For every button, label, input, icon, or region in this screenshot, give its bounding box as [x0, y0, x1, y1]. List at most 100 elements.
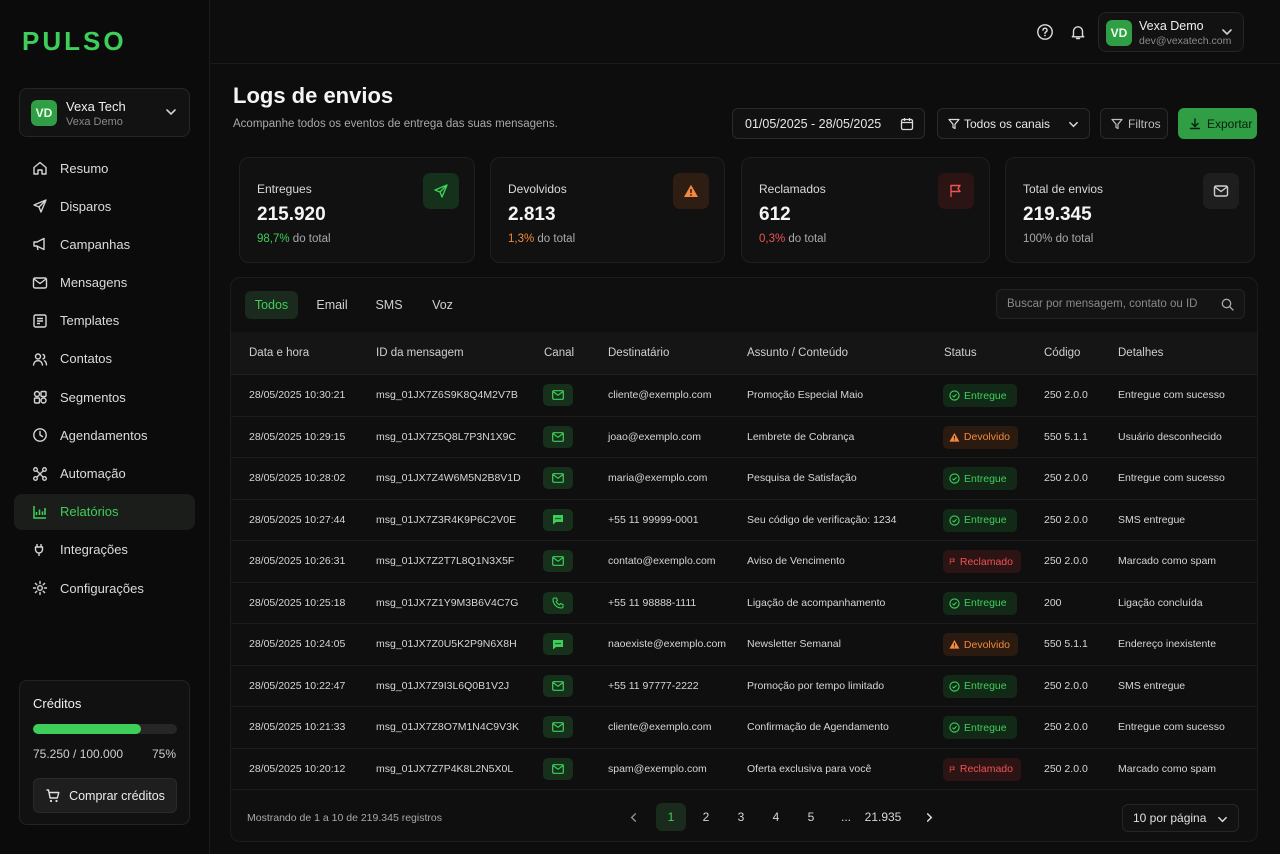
table-row[interactable]: 28/05/2025 10:21:33 msg_01JX7Z8O7M1N4C9V3… [231, 707, 1257, 749]
table-row[interactable]: 28/05/2025 10:24:05 msg_01JX7Z0U5K2P9N6X8… [231, 624, 1257, 666]
cell-details: SMS entregue [1118, 679, 1186, 692]
cell-date: 28/05/2025 10:29:15 [249, 430, 346, 443]
column-header[interactable]: Assunto / Conteúdo [747, 347, 848, 359]
date-range-value: 01/05/2025 - 28/05/2025 [745, 116, 882, 131]
tab-voz[interactable]: Voz [422, 291, 463, 319]
channel-select[interactable]: Todos os canais [937, 108, 1090, 139]
table-row[interactable]: 28/05/2025 10:28:02 msg_01JX7Z4W6M5N2B8V1… [231, 458, 1257, 500]
table-row[interactable]: 28/05/2025 10:29:15 msg_01JX7Z5Q8L7P3N1X9… [231, 417, 1257, 458]
phone-channel-icon [552, 596, 564, 609]
table-row[interactable]: 28/05/2025 10:20:12 msg_01JX7Z7P4K8L2N5X0… [231, 749, 1257, 790]
user-avatar: VD [1106, 20, 1132, 46]
help-icon[interactable] [1036, 23, 1054, 41]
column-header[interactable]: Detalhes [1118, 347, 1163, 359]
chevron-down-icon [166, 109, 176, 116]
page-button[interactable]: 4 [762, 803, 790, 831]
bell-icon[interactable] [1069, 23, 1087, 41]
sidebar-item-templates[interactable]: Templates [14, 303, 195, 339]
search-input[interactable]: Buscar por mensagem, contato ou ID [996, 289, 1245, 319]
tab-sms[interactable]: SMS [366, 291, 412, 319]
table-row[interactable]: 28/05/2025 10:25:18 msg_01JX7Z1Y9M3B6V4C7… [231, 583, 1257, 624]
search-icon [1221, 298, 1234, 311]
cell-recipient: contato@exemplo.com [608, 555, 716, 567]
sidebar-item-mensagens[interactable]: Mensagens [14, 265, 195, 301]
stat-note: do total [289, 233, 331, 245]
cell-recipient: cliente@exemplo.com [608, 721, 712, 733]
date-range-picker[interactable]: 01/05/2025 - 28/05/2025 [732, 108, 925, 139]
page-button[interactable]: 2 [692, 803, 720, 831]
page-button[interactable]: 21.935 [858, 803, 908, 831]
export-button[interactable]: Exportar [1178, 108, 1257, 139]
page-title: Logs de envios [233, 83, 394, 108]
mail-icon [32, 276, 48, 289]
user-menu[interactable]: VD Vexa Demo dev@vexatech.com [1098, 12, 1244, 52]
cell-recipient: spam@exemplo.com [608, 762, 707, 775]
chevron-left-icon[interactable] [628, 812, 639, 823]
sidebar-item-configuracoes[interactable]: Configurações [14, 570, 195, 606]
workspace-switcher[interactable]: VD Vexa Tech Vexa Demo [19, 88, 190, 137]
sidebar-item-contatos[interactable]: Contatos [14, 341, 195, 377]
sidebar-item-agendamentos[interactable]: Agendamentos [14, 417, 195, 453]
sidebar-nav: Resumo Disparos Campanhas Mensagens Template… [14, 150, 195, 608]
sidebar-item-label: Configurações [60, 580, 144, 596]
tab-email[interactable]: Email [306, 291, 358, 319]
stat-percent: 98,7% [257, 233, 290, 245]
sidebar-item-relatorios[interactable]: Relatórios [14, 493, 195, 530]
column-header[interactable]: Data e hora [249, 347, 309, 359]
segments-icon [33, 390, 47, 404]
cell-date: 28/05/2025 10:22:47 [249, 679, 346, 692]
stat-percent: 0,3% [759, 233, 786, 245]
email-channel-icon [552, 390, 564, 400]
column-header[interactable]: Código [1044, 347, 1080, 359]
megaphone-icon-wrap [32, 236, 48, 252]
column-header[interactable]: Destinatário [608, 347, 669, 359]
page-button[interactable]: 1 [656, 803, 686, 831]
sidebar-item-label: Disparos [60, 198, 112, 214]
cell-code: 550 5.1.1 [1044, 638, 1088, 650]
table-row[interactable]: 28/05/2025 10:27:44 msg_01JX7Z3R4K9P6C2V0… [231, 500, 1257, 541]
automation-icon-wrap [32, 466, 48, 482]
sidebar-item-resumo[interactable]: Resumo [14, 150, 195, 186]
check-circle-icon [949, 597, 960, 609]
sidebar-item-automacao[interactable]: Automação [14, 456, 195, 492]
status-label: Reclamado [959, 555, 1013, 568]
sidebar-item-integracoes[interactable]: Integrações [14, 532, 195, 568]
email-channel-icon [552, 680, 564, 691]
table-row[interactable]: 28/05/2025 10:26:31 msg_01JX7Z2T7L8Q1N3X5… [231, 541, 1257, 583]
email-channel-icon [552, 763, 564, 774]
chevron-right-icon[interactable] [924, 812, 935, 823]
sidebar-item-campanhas[interactable]: Campanhas [14, 226, 195, 262]
cell-channel [543, 716, 573, 738]
column-header[interactable]: ID da mensagem [376, 347, 464, 359]
column-header[interactable]: Status [944, 347, 977, 359]
table-row[interactable]: 28/05/2025 10:30:21 msg_01JX7Z6S9K8Q4M2V7… [231, 375, 1257, 417]
page-button[interactable]: 3 [727, 803, 755, 831]
cell-message-id: msg_01JX7Z0U5K2P9N6X8H [376, 638, 517, 650]
chart-icon-wrap [32, 504, 48, 520]
stat-note-line: 100% do total [1023, 233, 1093, 245]
email-channel-icon [552, 556, 564, 566]
check-circle-icon [949, 722, 960, 733]
status-badge: Devolvido [943, 633, 1018, 656]
cell-details: Marcado como spam [1118, 555, 1217, 567]
flag-icon [949, 766, 955, 772]
column-header[interactable]: Canal [544, 347, 574, 359]
status-badge: Reclamado [943, 550, 1021, 573]
mail-icon [1213, 185, 1229, 197]
export-label: Exportar [1207, 116, 1253, 131]
tab-todos[interactable]: Todos [245, 291, 298, 319]
filters-button[interactable]: Filtros [1100, 108, 1168, 139]
sidebar-item-segmentos[interactable]: Segmentos [14, 379, 195, 415]
per-page-select[interactable]: 10 por página [1122, 804, 1239, 832]
home-icon [33, 161, 47, 175]
chevron-down-icon [1222, 29, 1232, 36]
email-channel-icon [552, 722, 564, 732]
sidebar-item-label: Mensagens [60, 275, 128, 291]
cell-code: 250 2.0.0 [1044, 389, 1088, 401]
sidebar-item-disparos[interactable]: Disparos [14, 188, 195, 224]
check-circle-icon [949, 514, 960, 526]
page-button[interactable]: 5 [797, 803, 825, 831]
warning-icon [684, 184, 698, 197]
buy-credits-button[interactable]: Comprar créditos [33, 778, 177, 813]
table-row[interactable]: 28/05/2025 10:22:47 msg_01JX7Z9I3L6Q0B1V2… [231, 666, 1257, 707]
